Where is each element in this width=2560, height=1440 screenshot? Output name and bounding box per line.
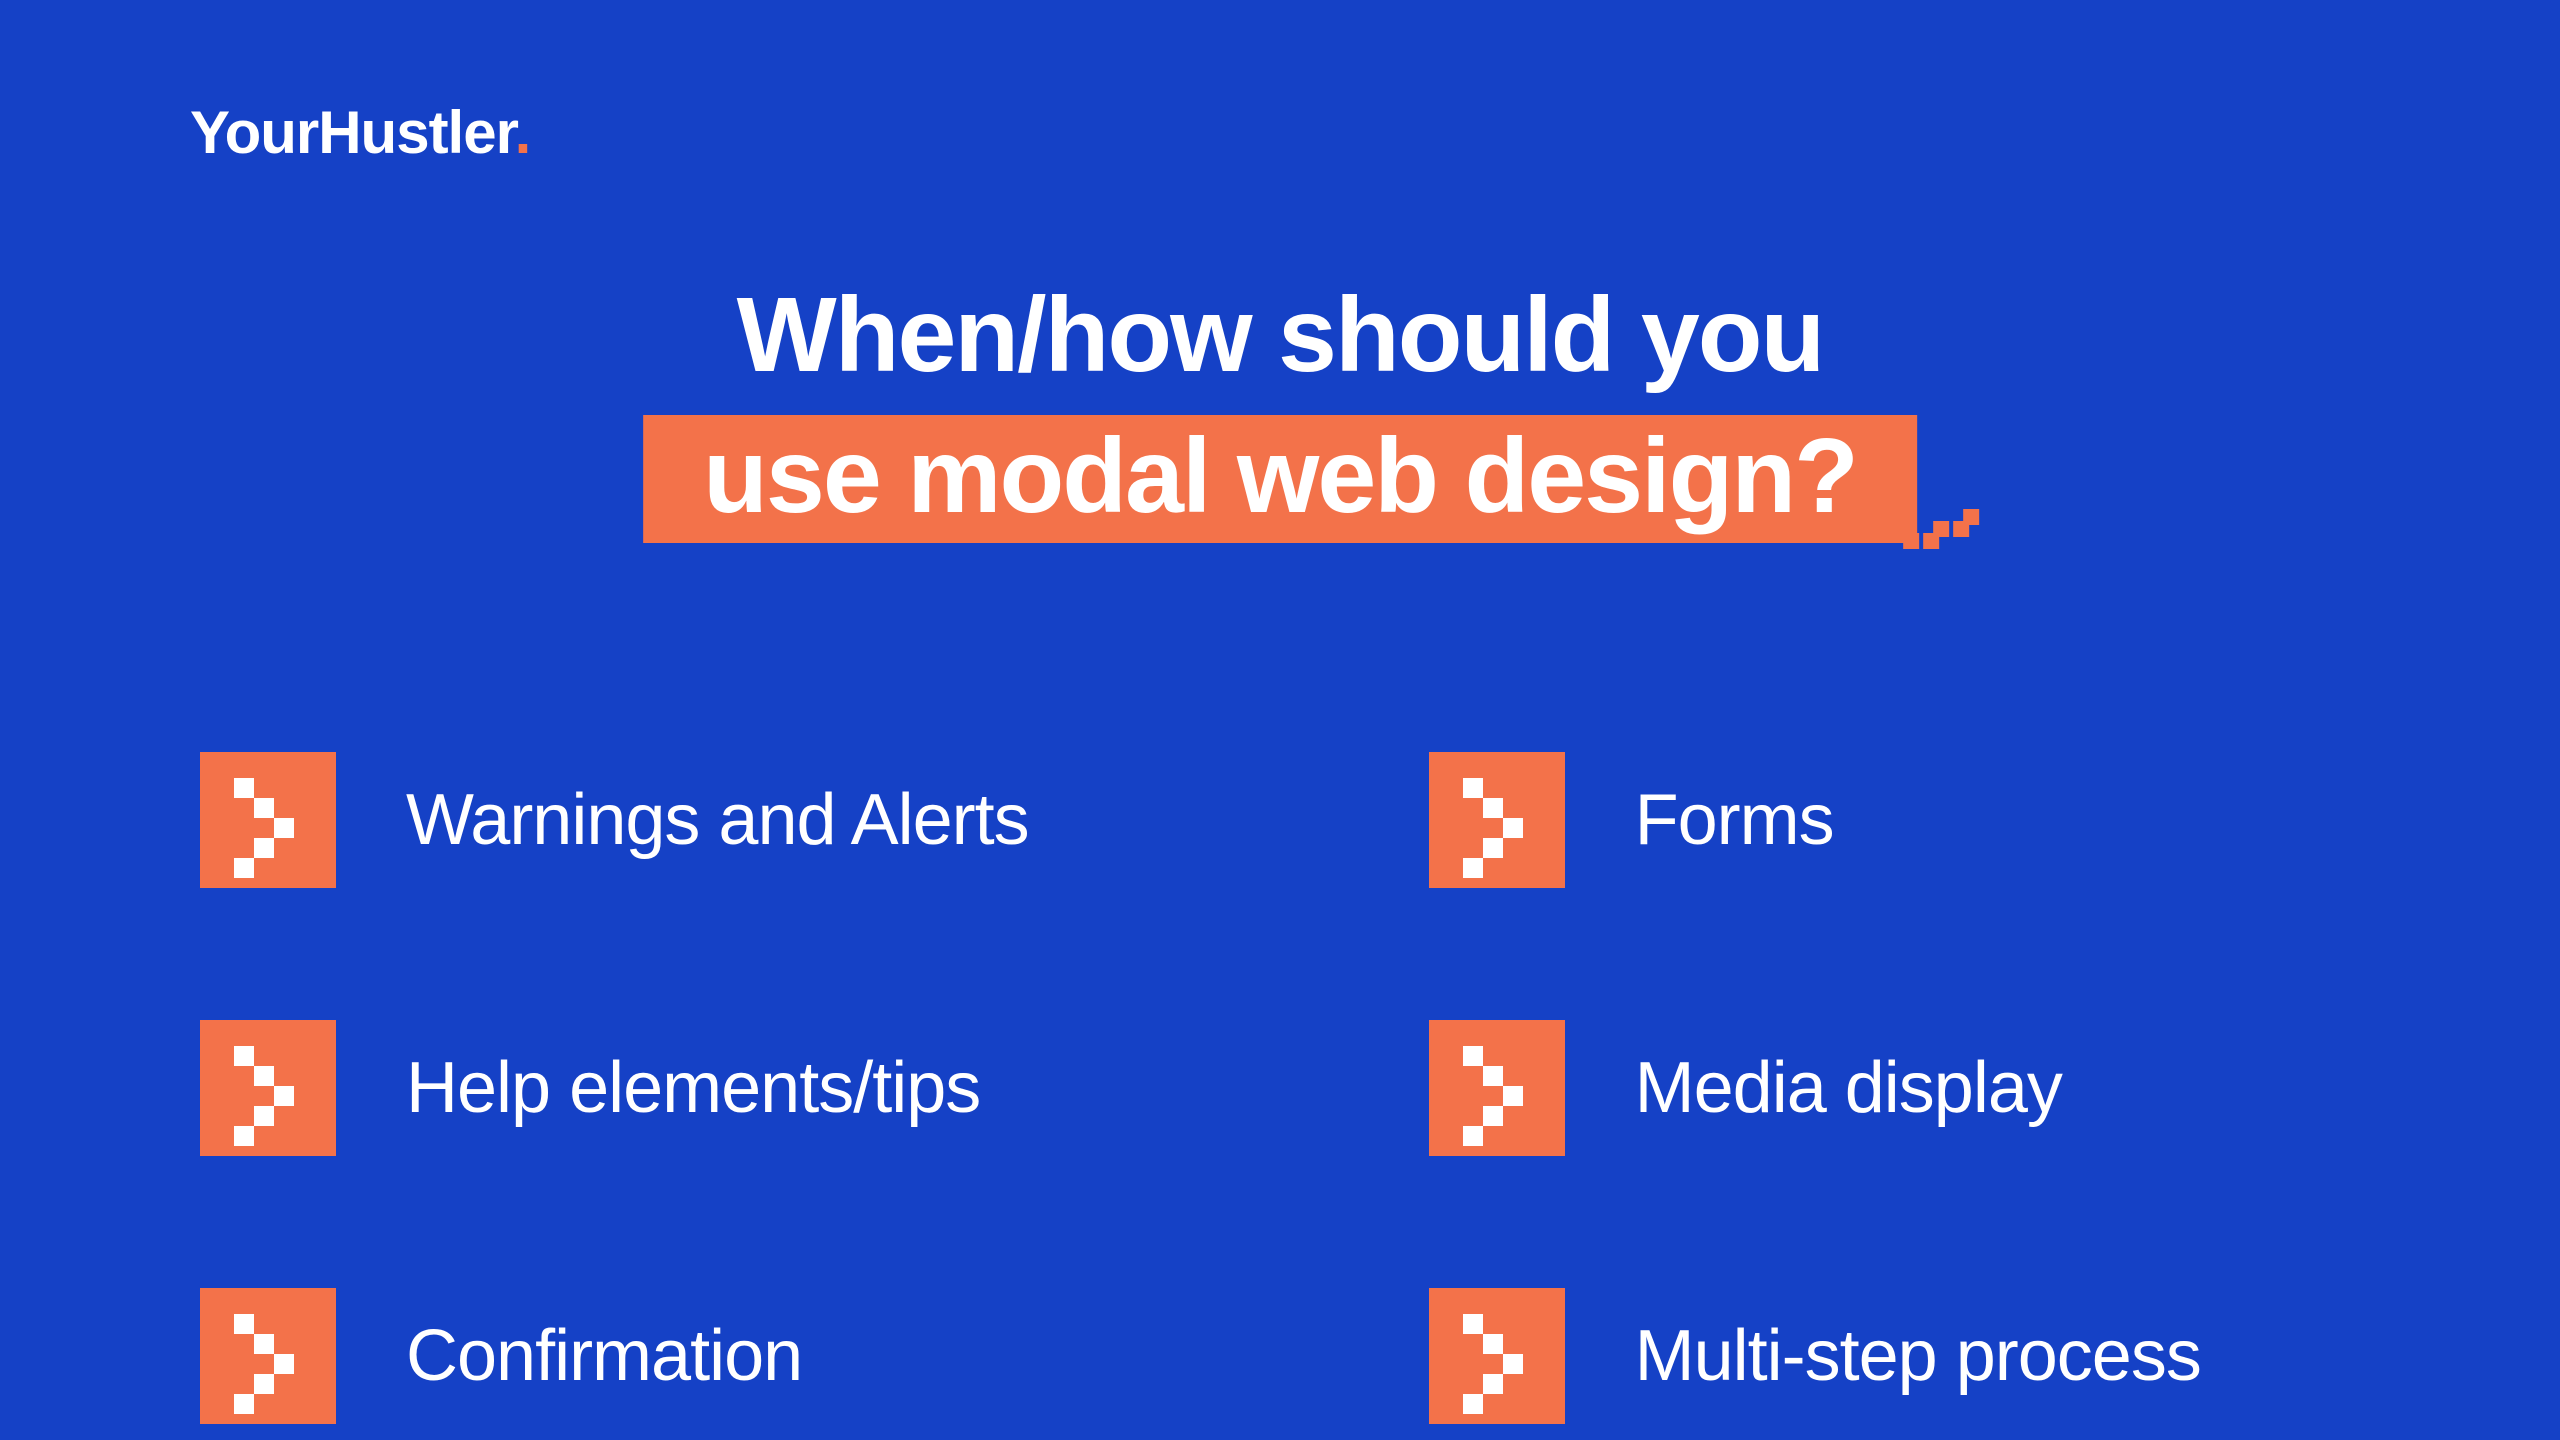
title-line-1: When/how should you	[643, 280, 1917, 391]
list-item: Multi-step process	[1429, 1288, 2201, 1424]
list-item: Warnings and Alerts	[200, 752, 1029, 888]
title-line-2: use modal web design?	[703, 417, 1857, 535]
pixel-decoration-icon	[1903, 517, 1983, 557]
bullet-columns: Warnings and Alerts Help elements/tips	[200, 752, 2360, 1424]
list-item: Forms	[1429, 752, 2201, 888]
pixel-arrow-icon	[1429, 1020, 1565, 1156]
title-highlight-bg: use modal web design?	[643, 415, 1917, 542]
list-item-label: Confirmation	[406, 1315, 802, 1397]
list-item-label: Multi-step process	[1635, 1315, 2201, 1397]
brand-accent-dot: .	[515, 99, 531, 166]
slide-title: When/how should you use modal web design…	[643, 280, 1917, 543]
list-item: Help elements/tips	[200, 1020, 1029, 1156]
pixel-arrow-icon	[200, 1288, 336, 1424]
list-item-label: Forms	[1635, 779, 1834, 861]
list-item: Media display	[1429, 1020, 2201, 1156]
slide: YourHustler. When/how should you use mod…	[0, 0, 2560, 1440]
pixel-arrow-icon	[1429, 1288, 1565, 1424]
list-item-label: Help elements/tips	[406, 1047, 980, 1129]
bullet-column-left: Warnings and Alerts Help elements/tips	[200, 752, 1029, 1424]
pixel-arrow-icon	[200, 752, 336, 888]
brand-logo: YourHustler.	[190, 98, 530, 167]
list-item: Confirmation	[200, 1288, 1029, 1424]
brand-name: YourHustler	[190, 99, 515, 166]
title-highlight-wrap: use modal web design?	[643, 415, 1917, 542]
bullet-column-right: Forms Media display	[1429, 752, 2201, 1424]
list-item-label: Media display	[1635, 1047, 2062, 1129]
list-item-label: Warnings and Alerts	[406, 779, 1029, 861]
pixel-arrow-icon	[1429, 752, 1565, 888]
pixel-arrow-icon	[200, 1020, 336, 1156]
